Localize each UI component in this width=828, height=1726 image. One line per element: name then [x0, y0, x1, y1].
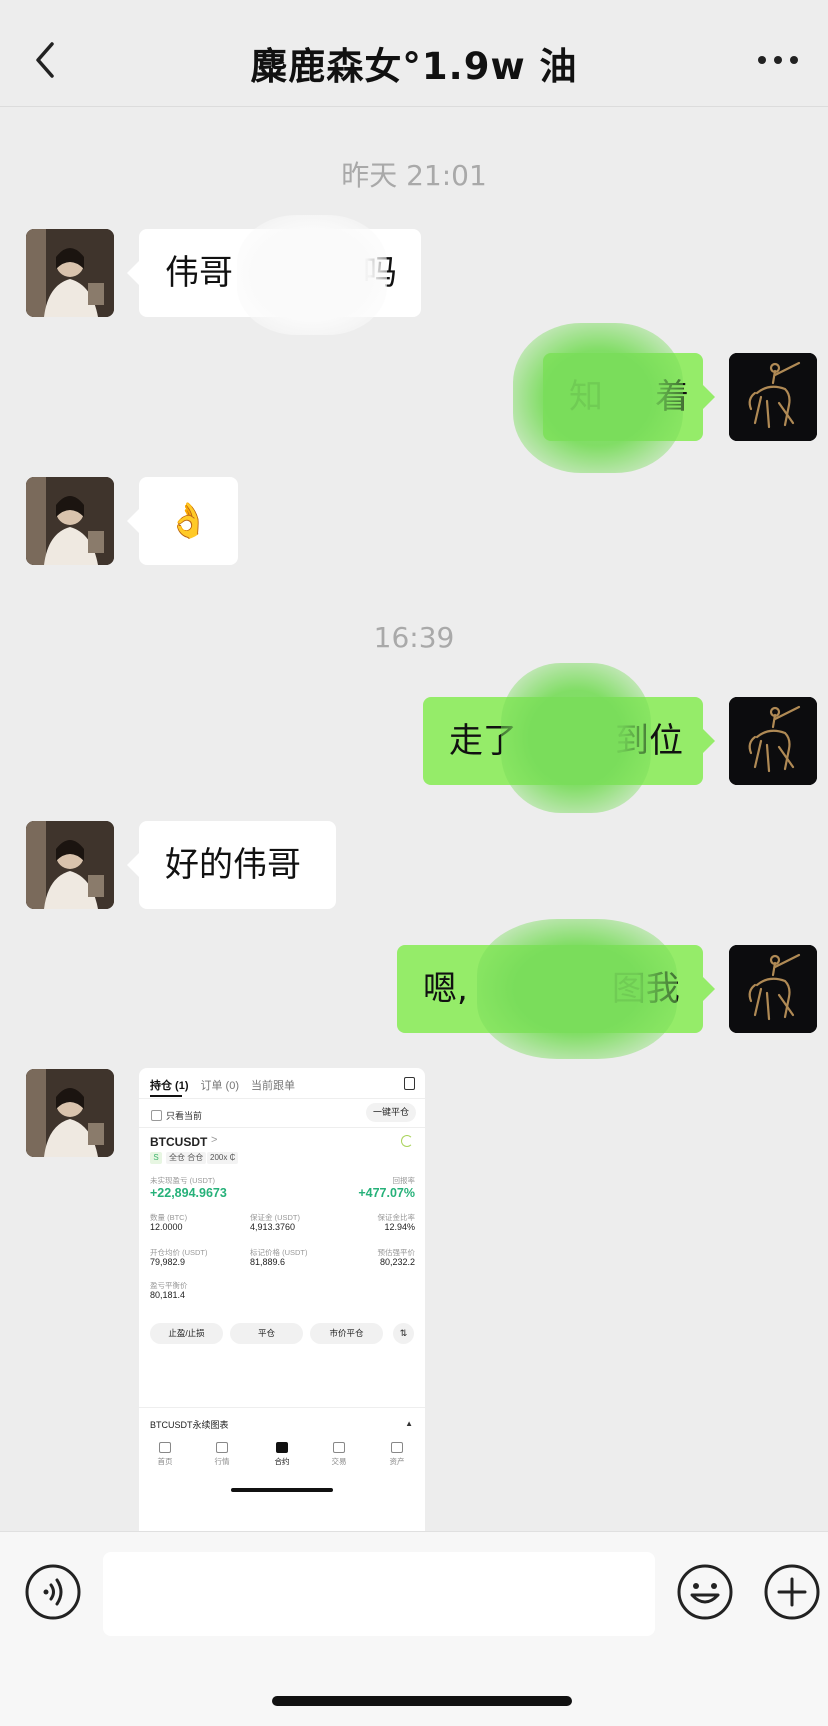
- message-bubble[interactable]: 👌: [127, 477, 238, 565]
- nav-assets: 资产: [377, 1440, 417, 1467]
- margin-mode-tag: 全仓 合仓: [166, 1152, 207, 1164]
- home-indicator: [272, 1696, 572, 1706]
- tab-orders: 订单 (0): [200, 1080, 240, 1092]
- contact-avatar[interactable]: [26, 477, 114, 565]
- refresh-icon: [401, 1135, 413, 1147]
- unrealized-pnl-label: 未实现盈亏 (USDT): [150, 1176, 215, 1185]
- wallet-icon: [391, 1442, 403, 1453]
- chart-icon: [216, 1442, 228, 1453]
- checkbox-icon: [151, 1110, 162, 1121]
- nav-label: 首页: [157, 1457, 173, 1466]
- message-bubble[interactable]: 嗯,图我: [397, 919, 715, 1059]
- contact-avatar[interactable]: [26, 1069, 114, 1157]
- quantity-value: 12.0000: [150, 1222, 183, 1232]
- entry-price-value: 79,982.9: [150, 1257, 186, 1267]
- contact-avatar[interactable]: [26, 821, 114, 909]
- nav-market: 行情: [202, 1440, 242, 1467]
- home-indicator: [231, 1488, 333, 1492]
- message-input[interactable]: [103, 1552, 655, 1636]
- input-toolbar: [0, 1531, 828, 1726]
- tpsl-pill: 止盈/止损: [150, 1323, 223, 1344]
- home-icon: [159, 1442, 171, 1453]
- nav-label: 合约: [274, 1457, 290, 1466]
- my-avatar[interactable]: [729, 945, 817, 1033]
- tab-underline: [150, 1095, 182, 1097]
- timestamp: 16:39: [373, 621, 455, 654]
- margin-ratio-value: 12.94%: [384, 1222, 415, 1232]
- message-text: 嗯,: [423, 969, 468, 1009]
- back-icon[interactable]: [30, 38, 62, 82]
- redaction-mark: [477, 919, 677, 1059]
- image-message-trading-screenshot[interactable]: 持仓 (1) 订单 (0) 当前跟单 只看当前 一键平仓 BTCUSDT > S 全…: [139, 1068, 425, 1598]
- redaction-mark: [237, 215, 387, 335]
- leverage-tag: 200x ₵: [207, 1152, 239, 1164]
- position-tabs: 持仓 (1) 订单 (0) 当前跟单: [150, 1077, 307, 1093]
- app-bottom-nav: 首页 行情 合约 交易 资产: [139, 1440, 425, 1480]
- margin-value: 4,913.3760: [250, 1222, 296, 1232]
- roe-label: 回报率: [392, 1176, 416, 1185]
- unrealized-pnl-value: +22,894.9673: [150, 1186, 227, 1200]
- message-bubble[interactable]: 好的伟哥: [127, 821, 336, 909]
- message-bubble[interactable]: 知着: [513, 323, 715, 473]
- caret-up-icon: ▲: [405, 1419, 413, 1428]
- my-avatar[interactable]: [729, 697, 817, 785]
- nav-bar: 麋鹿森女°1.9w 油: [0, 0, 828, 107]
- nav-futures: 合约: [262, 1440, 302, 1467]
- emoji-icon[interactable]: [676, 1563, 734, 1621]
- tab-copy: 当前跟单: [251, 1080, 295, 1092]
- chart-row-label: BTCUSDT永续图表: [150, 1420, 229, 1430]
- divider: [139, 1127, 425, 1128]
- nav-label: 交易: [331, 1457, 347, 1466]
- document-icon: [404, 1077, 415, 1090]
- contact-avatar[interactable]: [26, 229, 114, 317]
- nav-label: 行情: [214, 1457, 230, 1466]
- message-text: 好的伟哥: [165, 845, 301, 885]
- message-text: 伟哥: [165, 253, 233, 293]
- voice-icon[interactable]: [24, 1563, 82, 1621]
- trade-icon: [333, 1442, 345, 1453]
- plus-icon[interactable]: [763, 1563, 821, 1621]
- nav-label: 资产: [389, 1457, 405, 1466]
- tab-positions: 持仓 (1): [150, 1080, 189, 1092]
- futures-icon: [276, 1442, 288, 1453]
- liq-price-value: 80,232.2: [379, 1257, 415, 1267]
- only-current-label: 只看当前: [166, 1111, 203, 1121]
- breakeven-value: 80,181.4: [150, 1290, 186, 1300]
- swap-icon: ⇅: [393, 1323, 414, 1344]
- ok-hand-emoji: 👌: [167, 501, 210, 541]
- close-position-pill: 平仓: [230, 1323, 303, 1344]
- roe-value: +477.07%: [358, 1186, 415, 1200]
- redaction-mark: [501, 663, 651, 813]
- more-icon[interactable]: [756, 50, 800, 70]
- chat-title: 麋鹿森女°1.9w 油: [250, 45, 578, 88]
- nav-trade: 交易: [319, 1440, 359, 1467]
- message-bubble[interactable]: 走了到位: [423, 663, 715, 813]
- divider: [139, 1407, 425, 1408]
- my-avatar[interactable]: [729, 353, 817, 441]
- symbol-label: BTCUSDT: [150, 1135, 208, 1149]
- divider: [139, 1098, 425, 1099]
- chevron-right-icon: >: [211, 1134, 218, 1146]
- timestamp: 昨天 21:01: [341, 159, 487, 192]
- mark-price-value: 81,889.6: [250, 1257, 286, 1267]
- market-close-pill: 市价平仓: [310, 1323, 383, 1344]
- nav-home: 首页: [145, 1440, 185, 1467]
- close-all-pill: 一键平仓: [365, 1103, 416, 1122]
- redaction-mark: [513, 323, 683, 473]
- short-badge: S: [150, 1152, 162, 1164]
- message-bubble[interactable]: 伟哥吗: [127, 215, 421, 335]
